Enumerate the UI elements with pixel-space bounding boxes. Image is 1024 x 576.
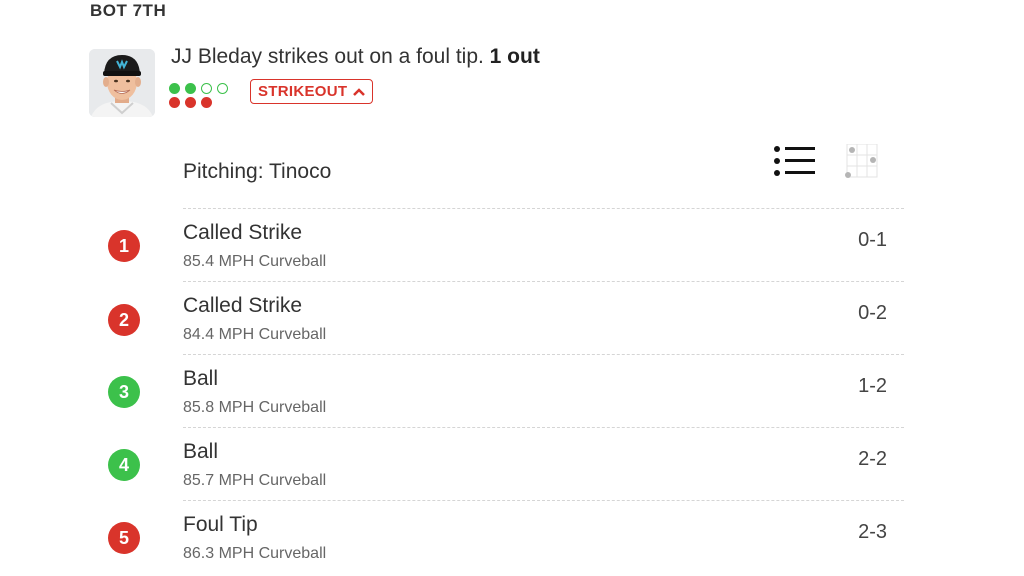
pitch-row[interactable]: Ball 85.7 MPH Curveball 2-2 xyxy=(183,427,904,500)
pitch-result: Ball xyxy=(183,367,219,390)
strike-dot-filled xyxy=(169,96,180,108)
pitch-number-badge: 5 xyxy=(108,522,140,554)
pitch-detail: 85.4 MPH Curveball xyxy=(183,253,327,270)
pitch-count: 2-2 xyxy=(858,448,887,470)
pitch-row[interactable]: Called Strike 84.4 MPH Curveball 0-2 xyxy=(183,281,904,354)
strike-dot-filled xyxy=(201,96,212,108)
pitch-count: 1-2 xyxy=(858,375,887,397)
count-indicator xyxy=(169,81,228,109)
strike-dot-filled xyxy=(185,96,196,108)
pitch-count: 0-1 xyxy=(858,229,887,251)
ball-dot-filled xyxy=(185,82,196,94)
pitcher-label: Pitching: Tinoco xyxy=(183,160,332,183)
pitch-detail: 86.3 MPH Curveball xyxy=(183,545,327,562)
pitch-number-badge: 3 xyxy=(108,376,140,408)
pitch-result: Called Strike xyxy=(183,294,303,317)
list-view-icon[interactable] xyxy=(773,146,817,176)
pitch-detail: 85.7 MPH Curveball xyxy=(183,472,327,489)
ball-dot-filled xyxy=(169,82,180,94)
ball-dot-empty xyxy=(201,82,212,94)
strike-zone-grid-icon[interactable] xyxy=(843,143,879,180)
strikes-row xyxy=(169,95,228,109)
inning-header: BOT 7TH xyxy=(90,1,167,20)
player-avatar xyxy=(89,49,155,117)
chevron-up-icon xyxy=(353,87,366,96)
pitch-row[interactable]: Foul Tip 86.3 MPH Curveball 2-3 xyxy=(183,500,904,573)
pitch-number-badge: 2 xyxy=(108,304,140,336)
pitch-count: 0-2 xyxy=(858,302,887,324)
play-text: JJ Bleday strikes out on a foul tip. xyxy=(171,45,484,68)
balls-row xyxy=(169,81,228,95)
pitch-detail: 85.8 MPH Curveball xyxy=(183,399,327,416)
pitch-result: Called Strike xyxy=(183,221,303,244)
ball-dot-empty xyxy=(217,82,228,94)
play-description: JJ Bleday strikes out on a foul tip. 1 o… xyxy=(171,45,540,69)
outs-count: 1 out xyxy=(489,45,540,68)
pitch-detail: 84.4 MPH Curveball xyxy=(183,326,327,343)
pitch-result: Ball xyxy=(183,440,219,463)
pitch-number-badge: 4 xyxy=(108,449,140,481)
pitch-count: 2-3 xyxy=(858,521,887,543)
pitch-number-badge: 1 xyxy=(108,230,140,262)
strikeout-badge-button[interactable]: STRIKEOUT xyxy=(250,79,374,104)
pitch-result: Foul Tip xyxy=(183,513,258,536)
pitch-row[interactable]: Called Strike 85.4 MPH Curveball 0-1 xyxy=(183,208,904,281)
badge-label: STRIKEOUT xyxy=(258,83,348,100)
pitch-row[interactable]: Ball 85.8 MPH Curveball 1-2 xyxy=(183,354,904,427)
